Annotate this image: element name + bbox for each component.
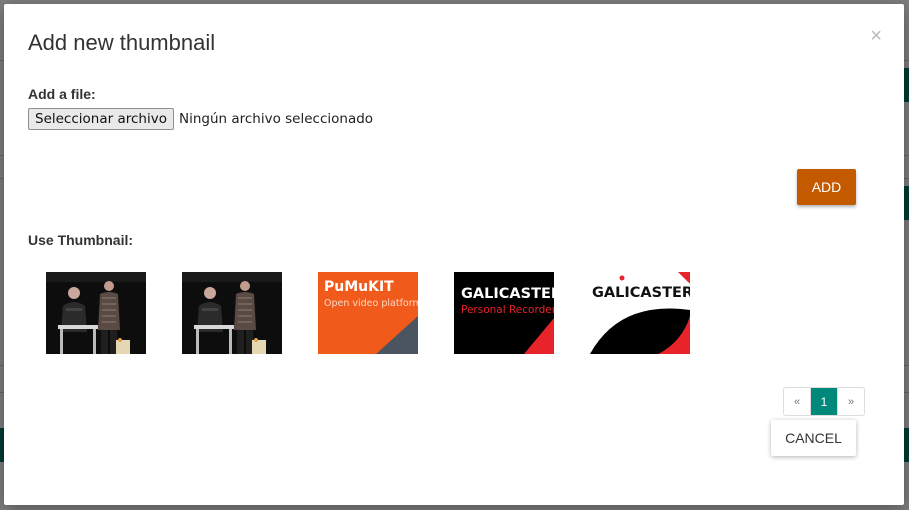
pumukit-logo-text: PuMuKIT (324, 279, 394, 295)
thumbnail-galicaster-pro[interactable]: PRO GALICASTER (590, 272, 690, 354)
thumbnail-galicaster-personal[interactable]: GALICASTER Personal Recorder (454, 272, 554, 354)
modal-title: Add new thumbnail (28, 30, 216, 55)
file-input[interactable]: Seleccionar archivo Ningún archivo selec… (28, 108, 373, 130)
galicaster-personal-logo-image: GALICASTER Personal Recorder (454, 272, 554, 354)
pagination: « 1 » (783, 387, 865, 416)
pagination-page-1[interactable]: 1 (811, 388, 837, 415)
file-status-text: Ningún archivo seleccionado (178, 111, 374, 127)
use-thumbnail-label: Use Thumbnail: (28, 232, 134, 248)
choose-file-button[interactable]: Seleccionar archivo (28, 108, 174, 130)
pagination-next-button[interactable]: » (837, 388, 864, 415)
galicaster-pro-logo-image: PRO GALICASTER (590, 272, 690, 354)
galicaster-tagline: Personal Recorder (461, 304, 554, 316)
thumbnail-list: PuMuKIT Open video platform GALICASTER P… (46, 272, 690, 354)
logo-dot-icon (619, 275, 625, 281)
pumukit-logo-image: PuMuKIT Open video platform (318, 272, 418, 354)
thumbnail-pumukit[interactable]: PuMuKIT Open video platform (318, 272, 418, 354)
add-file-label: Add a file: (28, 86, 96, 102)
video-frame-image (182, 272, 282, 354)
video-frame-image (46, 272, 146, 354)
add-button[interactable]: ADD (797, 169, 856, 205)
pumukit-tagline: Open video platform (324, 298, 418, 309)
thumbnail-video-frame-2[interactable] (182, 272, 282, 354)
thumbnail-video-frame-1[interactable] (46, 272, 146, 354)
cancel-button[interactable]: CANCEL (771, 420, 856, 456)
add-thumbnail-modal: Add new thumbnail × Add a file: Seleccio… (4, 4, 904, 505)
pagination-prev-button[interactable]: « (784, 388, 811, 415)
galicaster-pro-logo-text: GALICASTER (592, 285, 690, 301)
close-icon[interactable]: × (870, 24, 882, 48)
galicaster-logo-text: GALICASTER (461, 286, 554, 302)
